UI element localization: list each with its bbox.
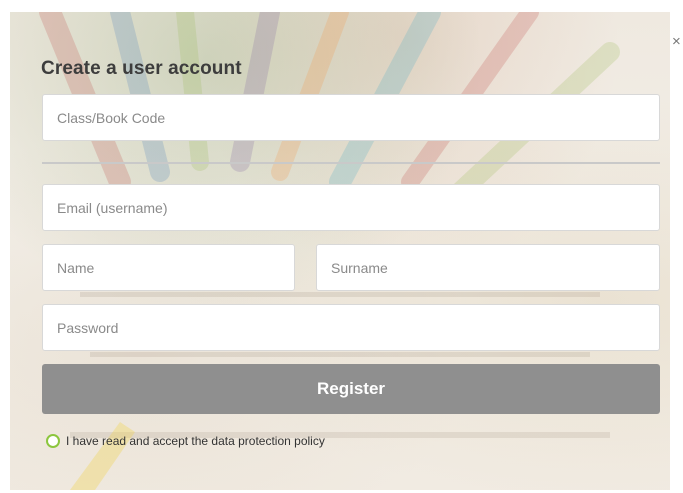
register-modal: Create a user account Register I have re… <box>10 12 670 490</box>
policy-label: I have read and accept the data protecti… <box>66 434 325 448</box>
section-divider <box>42 162 660 164</box>
register-button[interactable]: Register <box>42 364 660 414</box>
class-book-code-input[interactable] <box>42 94 660 141</box>
email-input[interactable] <box>42 184 660 231</box>
password-input[interactable] <box>42 304 660 351</box>
close-icon[interactable]: × <box>672 34 681 49</box>
surname-input[interactable] <box>316 244 660 291</box>
page-title: Create a user account <box>41 58 242 79</box>
radio-circle-icon[interactable] <box>46 434 60 448</box>
policy-consent[interactable]: I have read and accept the data protecti… <box>46 434 325 448</box>
name-input[interactable] <box>42 244 295 291</box>
